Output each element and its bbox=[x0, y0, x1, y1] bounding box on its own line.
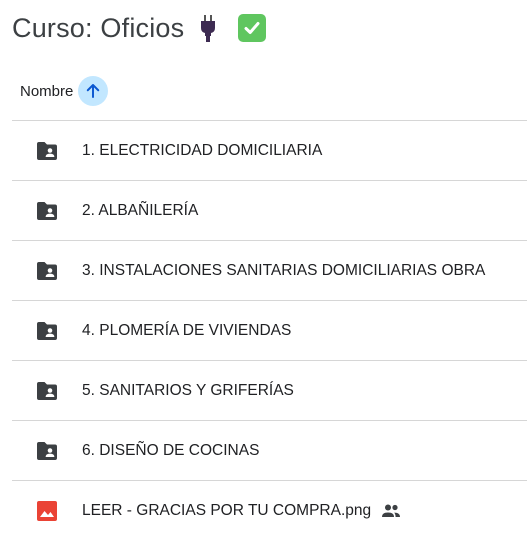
arrow-up-icon bbox=[87, 84, 100, 98]
electric-plug-icon bbox=[198, 14, 218, 42]
file-row[interactable]: 3. INSTALACIONES SANITARIAS DOMICILIARIA… bbox=[12, 241, 527, 301]
shared-folder-icon bbox=[34, 198, 60, 224]
file-row[interactable]: 2. ALBAÑILERÍA bbox=[12, 181, 527, 241]
image-file-icon bbox=[34, 498, 60, 524]
shared-folder-icon bbox=[34, 258, 60, 284]
file-list: 1. ELECTRICIDAD DOMICILIARIA 2. ALBAÑILE… bbox=[12, 120, 527, 538]
file-name: 4. PLOMERÍA DE VIVIENDAS bbox=[82, 321, 292, 339]
file-name: 5. SANITARIOS Y GRIFERÍAS bbox=[82, 381, 294, 399]
file-name: 1. ELECTRICIDAD DOMICILIARIA bbox=[82, 141, 323, 159]
file-name: 2. ALBAÑILERÍA bbox=[82, 201, 199, 219]
file-row[interactable]: 1. ELECTRICIDAD DOMICILIARIA bbox=[12, 121, 527, 181]
file-row[interactable]: 4. PLOMERÍA DE VIVIENDAS bbox=[12, 301, 527, 361]
column-header-name[interactable]: Nombre bbox=[20, 83, 73, 100]
file-name: 3. INSTALACIONES SANITARIAS DOMICILIARIA… bbox=[82, 261, 486, 279]
file-name: 6. DISEÑO DE COCINAS bbox=[82, 441, 260, 459]
sort-ascending-button[interactable] bbox=[78, 76, 109, 106]
shared-folder-icon bbox=[34, 318, 60, 344]
shared-folder-icon bbox=[34, 438, 60, 464]
file-name: LEER - GRACIAS POR TU COMPRA.png bbox=[82, 502, 372, 519]
shared-folder-icon bbox=[34, 378, 60, 404]
column-header: Nombre bbox=[20, 76, 109, 106]
check-mark-button-icon bbox=[238, 14, 267, 42]
people-icon bbox=[381, 503, 401, 519]
page-title: Curso: Oficios bbox=[12, 12, 185, 43]
file-row[interactable]: LEER - GRACIAS POR TU COMPRA.png bbox=[12, 481, 527, 538]
shared-folder-icon bbox=[34, 138, 60, 164]
title-row: Curso: Oficios bbox=[12, 8, 267, 48]
file-row[interactable]: 5. SANITARIOS Y GRIFERÍAS bbox=[12, 361, 527, 421]
file-row[interactable]: 6. DISEÑO DE COCINAS bbox=[12, 421, 527, 481]
